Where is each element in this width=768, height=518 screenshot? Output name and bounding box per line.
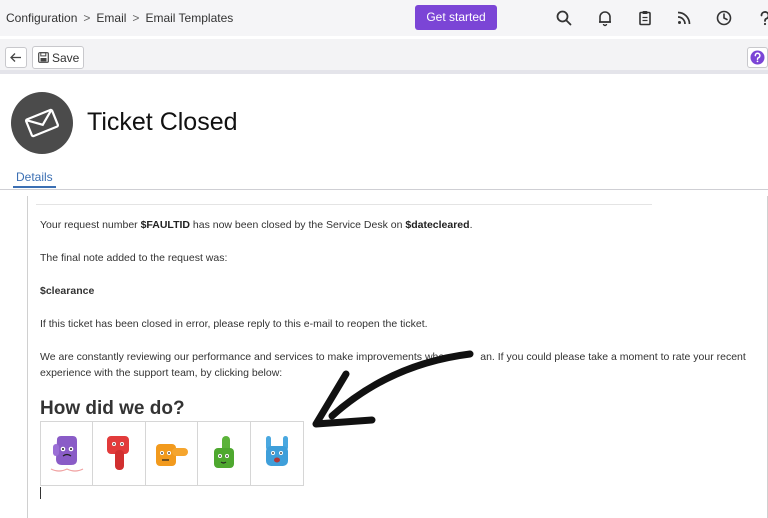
editor-border-left (27, 196, 28, 518)
save-button-label: Save (52, 51, 80, 65)
email-line-final-note[interactable]: The final note added to the request was: (40, 252, 227, 264)
rock-on-icon (265, 436, 288, 466)
email-line-click-below[interactable]: experience with the support team, by cli… (40, 367, 282, 379)
search-icon[interactable] (555, 9, 573, 27)
annotation-arrow (312, 350, 474, 428)
clipboard-icon[interactable] (636, 9, 654, 27)
editor-top-rule (36, 204, 652, 205)
help-button[interactable] (747, 47, 768, 68)
email-line-request-closed[interactable]: Your request number $FAULTID has now bee… (40, 219, 473, 231)
envelope-icon (25, 108, 59, 138)
tab-details[interactable]: Details (16, 170, 53, 184)
rating-option-1[interactable] (41, 422, 94, 485)
variable-datecleared: $datecleared (405, 219, 470, 231)
email-line-reopen[interactable]: If this ticket has been closed in error,… (40, 318, 428, 330)
toolbar: Save (0, 39, 768, 74)
save-button[interactable]: Save (32, 46, 84, 69)
text-segment: Your request number (40, 219, 141, 231)
help-icon[interactable] (756, 9, 768, 27)
thumbs-up-icon (214, 436, 235, 468)
rating-strip (40, 421, 304, 486)
question-icon (750, 50, 765, 65)
variable-faultid: $FAULTID (140, 219, 190, 231)
breadcrumb-configuration[interactable]: Configuration (6, 11, 77, 25)
breadcrumb-email-templates[interactable]: Email Templates (145, 11, 233, 25)
thumbs-sideways-icon (155, 444, 188, 466)
rating-option-2[interactable] (93, 422, 146, 485)
tab-divider (0, 189, 768, 190)
bell-icon[interactable] (596, 9, 614, 27)
rss-icon[interactable] (675, 9, 693, 27)
text-cursor (40, 487, 41, 499)
breadcrumb-email[interactable]: Email (96, 11, 126, 25)
text-segment: has now been closed by the Service Desk … (189, 219, 406, 231)
arrow-left-icon (10, 53, 21, 62)
breadcrumb: Configuration > Email > Email Templates (6, 11, 233, 25)
top-bar: Configuration > Email > Email Templates Get … (0, 0, 768, 36)
variable-clearance[interactable]: $clearance (40, 285, 94, 297)
template-avatar (11, 92, 73, 154)
clock-icon[interactable] (715, 9, 733, 27)
rating-option-4[interactable] (198, 422, 251, 485)
get-started-button[interactable]: Get started (415, 5, 497, 30)
breadcrumb-separator: > (132, 11, 140, 25)
back-button[interactable] (5, 47, 27, 68)
page-title: Ticket Closed (87, 108, 238, 136)
breadcrumb-separator: > (83, 11, 91, 25)
rating-option-5[interactable] (251, 422, 303, 485)
text-segment: . (469, 219, 473, 231)
text-segment: an. If you could please take a moment to… (480, 351, 746, 363)
rating-heading[interactable]: How did we do? (40, 398, 185, 420)
rating-option-3[interactable] (146, 422, 199, 485)
floppy-disk-icon (38, 52, 49, 63)
thumbs-down-icon (107, 436, 130, 470)
angry-face-icon (50, 436, 84, 472)
tab-active-indicator (13, 186, 56, 188)
